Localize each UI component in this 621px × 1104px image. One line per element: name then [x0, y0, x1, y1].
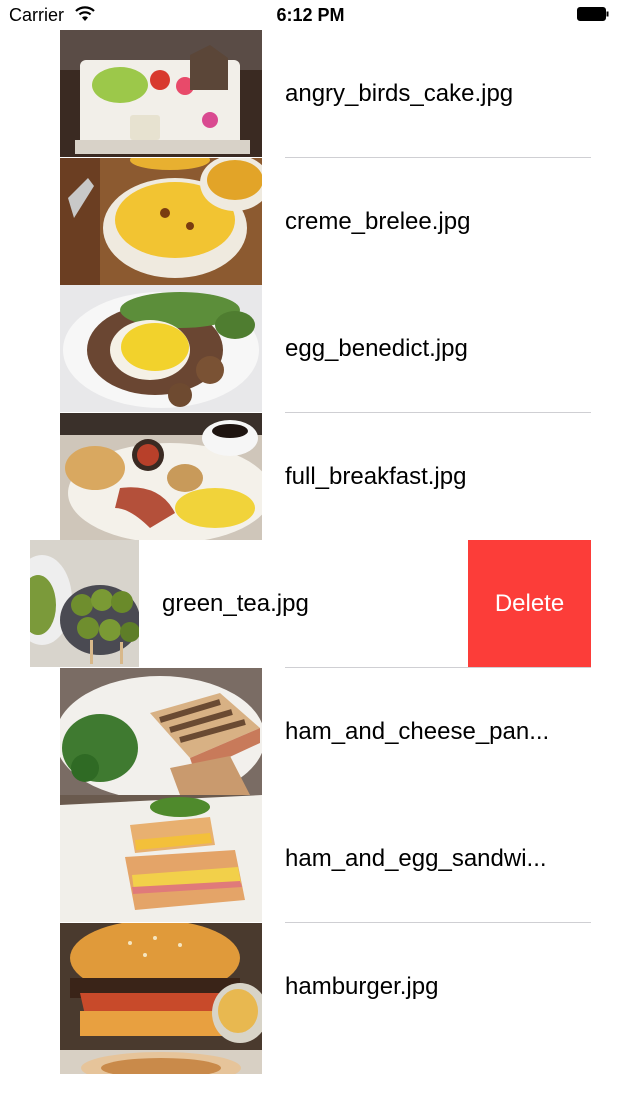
list-item[interactable]: hamburger.jpg — [0, 923, 621, 1050]
green-tea-photo-icon — [30, 540, 139, 667]
list-item-label: full_breakfast.jpg — [285, 463, 467, 490]
list-item-label: angry_birds_cake.jpg — [285, 80, 514, 107]
breakfast-photo-icon — [60, 413, 262, 540]
list-item[interactable]: ham_and_cheese_pan... — [0, 668, 621, 795]
creme-brulee-photo-icon — [60, 158, 262, 285]
list-item-label: egg_benedict.jpg — [285, 335, 468, 362]
sandwich-photo-icon — [60, 795, 262, 922]
panini-photo-icon — [60, 668, 262, 795]
list-item[interactable]: egg_benedict.jpg — [0, 285, 621, 412]
partial-photo-icon — [60, 1050, 262, 1074]
cake-photo-icon — [60, 30, 262, 157]
list-item-swiped[interactable]: green_tea.jpg Delete — [0, 540, 621, 667]
clock: 6:12 PM — [276, 5, 345, 25]
list-item-label: ham_and_cheese_pan... — [285, 718, 550, 745]
list-item-label: hamburger.jpg — [285, 973, 439, 1000]
list-item[interactable]: ham_and_egg_sandwi... — [0, 795, 621, 922]
list-item-label: green_tea.jpg — [162, 590, 309, 617]
list-item[interactable] — [0, 1050, 621, 1074]
list-item[interactable]: angry_birds_cake.jpg — [0, 30, 621, 157]
delete-button[interactable]: Delete — [468, 540, 591, 667]
egg-benedict-photo-icon — [60, 285, 262, 412]
status-bar: Carrier 6:12 PM — [0, 0, 621, 30]
list-item-label: creme_brelee.jpg — [285, 208, 471, 235]
battery-icon — [577, 7, 609, 21]
list-item-label: ham_and_egg_sandwi... — [285, 845, 547, 872]
hamburger-photo-icon — [60, 923, 262, 1050]
list-item[interactable]: full_breakfast.jpg — [0, 413, 621, 540]
list-item[interactable]: creme_brelee.jpg — [0, 158, 621, 285]
